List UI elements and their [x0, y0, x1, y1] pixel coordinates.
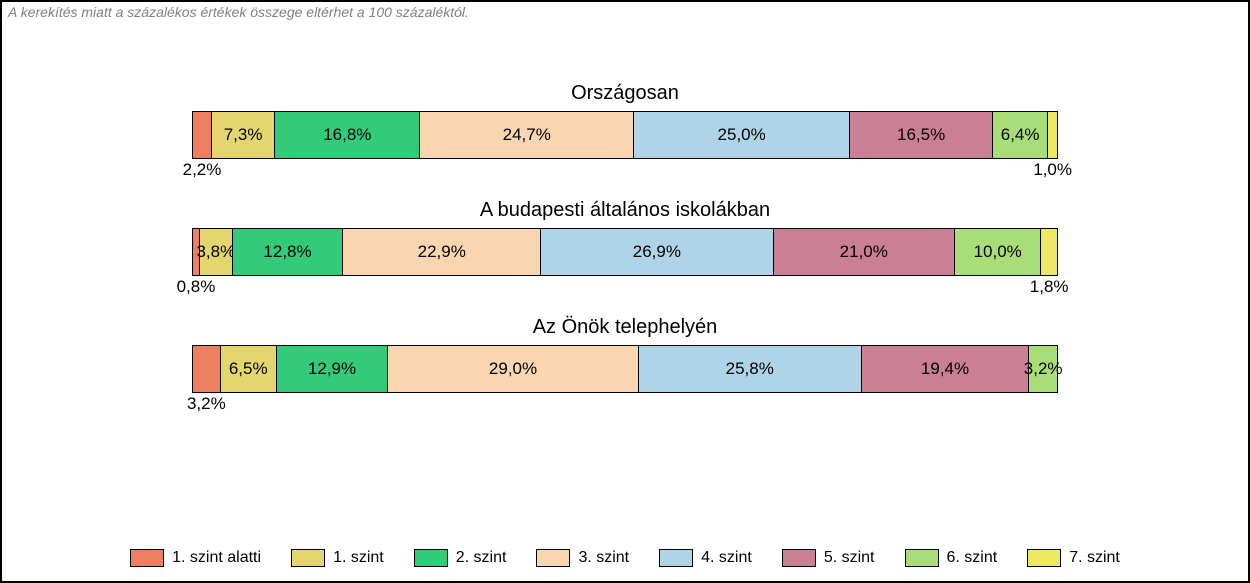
legend-item: 2. szint [414, 549, 507, 567]
legend-item: 7. szint [1027, 549, 1120, 567]
bar-segment: 6,5% [221, 346, 277, 392]
stacked-bar: 0,8%3,8%12,8%22,9%26,9%21,0%10,0%1,8% [192, 228, 1058, 276]
bar-segment: 29,0% [388, 346, 639, 392]
legend-swatch [782, 549, 816, 567]
bar-wrap: 0,8%3,8%12,8%22,9%26,9%21,0%10,0%1,8% [192, 228, 1058, 276]
legend-label: 6. szint [947, 549, 998, 567]
bar-wrap: 2,2%7,3%16,8%24,7%25,0%16,5%6,4%1,0% [192, 111, 1058, 159]
bar-row: Országosan 2,2%7,3%16,8%24,7%25,0%16,5%6,… [2, 82, 1248, 159]
segment-label: 1,0% [1033, 158, 1072, 180]
bar-segment: 25,0% [634, 112, 850, 158]
legend-item: 6. szint [905, 549, 998, 567]
bar-segment: 7,3% [212, 112, 275, 158]
bar-segment: 10,0% [955, 229, 1041, 275]
bar-segment: 12,8% [233, 229, 344, 275]
bar-segment: 19,4% [862, 346, 1030, 392]
rounding-note: A kerekítés miatt a százalékos értékek ö… [8, 4, 469, 20]
chart-frame: A kerekítés miatt a százalékos értékek ö… [0, 0, 1250, 583]
bar-segment: 6,4% [993, 112, 1048, 158]
legend-label: 1. szint alatti [172, 549, 261, 567]
bar-row-title: Az Önök telephelyén [2, 316, 1248, 339]
legend-swatch [291, 549, 325, 567]
bar-segment: 3,2% [193, 346, 221, 392]
bar-segment: 22,9% [343, 229, 541, 275]
legend-swatch [1027, 549, 1061, 567]
bar-row-title: A budapesti általános iskolákban [2, 199, 1248, 222]
bar-segment: 24,7% [420, 112, 634, 158]
bar-segment: 3,2% [1029, 346, 1057, 392]
segment-label: 0,8% [177, 275, 216, 297]
bar-wrap: 3,2%6,5%12,9%29,0%25,8%19,4%3,2% [192, 345, 1058, 393]
legend-label: 1. szint [333, 549, 384, 567]
bar-segment: 16,5% [850, 112, 993, 158]
legend-label: 4. szint [701, 549, 752, 567]
stacked-bar: 2,2%7,3%16,8%24,7%25,0%16,5%6,4%1,0% [192, 111, 1058, 159]
bar-segment: 1,8% [1041, 229, 1057, 275]
legend-label: 3. szint [578, 549, 629, 567]
legend-label: 5. szint [824, 549, 875, 567]
legend-swatch [659, 549, 693, 567]
bar-segment: 12,9% [277, 346, 388, 392]
stacked-bar: 3,2%6,5%12,9%29,0%25,8%19,4%3,2% [192, 345, 1058, 393]
bar-segment: 1,0% [1048, 112, 1057, 158]
legend-swatch [905, 549, 939, 567]
bar-row: A budapesti általános iskolákban 0,8%3,8%… [2, 199, 1248, 276]
legend-label: 2. szint [456, 549, 507, 567]
stacked-bars-area: Országosan2,2%7,3%16,8%24,7%25,0%16,5%6,… [2, 82, 1248, 433]
bar-segment: 26,9% [541, 229, 773, 275]
bar-segment: 3,8% [200, 229, 233, 275]
segment-label: 2,2% [183, 158, 222, 180]
legend-item: 1. szint [291, 549, 384, 567]
bar-segment: 25,8% [639, 346, 862, 392]
legend-item: 5. szint [782, 549, 875, 567]
legend-swatch [130, 549, 164, 567]
segment-label: 1,8% [1030, 275, 1069, 297]
legend-swatch [536, 549, 570, 567]
bar-segment: 16,8% [275, 112, 420, 158]
bar-segment: 2,2% [193, 112, 212, 158]
legend-label: 7. szint [1069, 549, 1120, 567]
legend-item: 4. szint [659, 549, 752, 567]
bar-segment: 21,0% [774, 229, 955, 275]
legend-swatch [414, 549, 448, 567]
segment-label: 3,2% [187, 392, 226, 414]
legend: 1. szint alatti 1. szint 2. szint 3. szint 4… [2, 549, 1248, 567]
bar-row: Az Önök telephelyén3,2%6,5%12,9%29,0%25,… [2, 316, 1248, 393]
bar-row-title: Országosan [2, 82, 1248, 105]
legend-item: 3. szint [536, 549, 629, 567]
legend-item: 1. szint alatti [130, 549, 261, 567]
